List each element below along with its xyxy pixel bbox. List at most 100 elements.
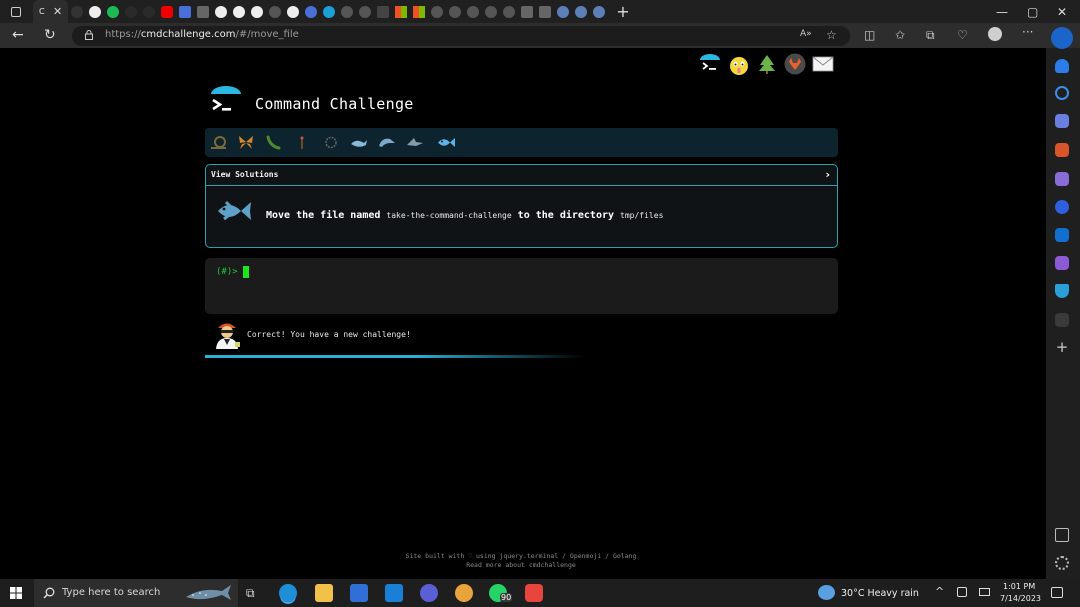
- network-icon[interactable]: [957, 587, 967, 597]
- tab-search[interactable]: [356, 0, 374, 23]
- games-icon[interactable]: [1055, 172, 1069, 186]
- notification-center-icon[interactable]: [1051, 587, 1063, 598]
- favorite-star-icon[interactable]: ☆: [826, 28, 837, 42]
- tab-spotify[interactable]: [104, 0, 122, 23]
- tab-search[interactable]: [500, 0, 518, 23]
- taskbar-search-input[interactable]: Type here to search: [34, 579, 238, 607]
- tab[interactable]: [194, 0, 212, 23]
- badge-app-icon[interactable]: [455, 584, 473, 602]
- mail-icon[interactable]: [812, 55, 834, 73]
- designer-icon[interactable]: [1055, 256, 1069, 270]
- fish-level-icon[interactable]: [434, 134, 456, 151]
- terminal-input[interactable]: (#)>: [205, 258, 838, 314]
- clock-date[interactable]: 7/14/2023: [1000, 594, 1041, 603]
- new-tab-button[interactable]: +: [616, 2, 629, 21]
- drop-icon[interactable]: [1055, 284, 1069, 298]
- terminal-logo-icon[interactable]: [699, 53, 721, 75]
- tab-search[interactable]: [338, 0, 356, 23]
- tab-search[interactable]: [428, 0, 446, 23]
- outlook-icon[interactable]: [1055, 228, 1069, 242]
- tab-search[interactable]: [464, 0, 482, 23]
- snail-level-icon[interactable]: [210, 134, 228, 151]
- tab-search[interactable]: [482, 0, 500, 23]
- minimize-button[interactable]: —: [996, 0, 1008, 23]
- tab[interactable]: [572, 0, 590, 23]
- battery-icon[interactable]: [979, 588, 990, 596]
- refresh-icon[interactable]: ↻: [44, 26, 56, 44]
- search-icon[interactable]: [1055, 86, 1069, 100]
- tab-microsoft[interactable]: [410, 0, 428, 23]
- tab-youtube[interactable]: [158, 0, 176, 23]
- dolphin-level-icon[interactable]: [378, 134, 396, 151]
- video-app-icon[interactable]: [420, 584, 438, 602]
- tab-docs[interactable]: [176, 0, 194, 23]
- tab-search[interactable]: [446, 0, 464, 23]
- tab[interactable]: [518, 0, 536, 23]
- worm-level-icon[interactable]: [293, 134, 311, 151]
- footer-read-more-link[interactable]: Read more about cmdchallenge: [0, 561, 1042, 569]
- tab[interactable]: [590, 0, 608, 23]
- collections-icon[interactable]: ⧉: [926, 28, 935, 43]
- butterfly-level-icon[interactable]: [237, 134, 255, 151]
- maximize-button[interactable]: ▢: [1027, 0, 1038, 23]
- cell-level-icon[interactable]: [322, 134, 340, 151]
- tab-search[interactable]: [266, 0, 284, 23]
- emoji-face-icon[interactable]: [728, 55, 750, 77]
- tab[interactable]: [140, 0, 158, 23]
- favorites-icon[interactable]: ✩: [895, 28, 905, 42]
- url-text[interactable]: https://cmdchallenge.com/#/move_file: [105, 29, 299, 40]
- extensions-icon[interactable]: ♡: [957, 28, 968, 42]
- mail-taskbar-icon[interactable]: [385, 584, 403, 602]
- task-view-icon[interactable]: ⧉: [246, 584, 264, 602]
- hacker-avatar-icon: [216, 323, 240, 349]
- read-aloud-icon[interactable]: A»: [800, 29, 812, 39]
- tab[interactable]: [122, 0, 140, 23]
- add-sidebar-app-icon[interactable]: +: [1055, 340, 1069, 355]
- tab-microsoft[interactable]: [392, 0, 410, 23]
- tab[interactable]: [302, 0, 320, 23]
- file-explorer-icon[interactable]: [315, 584, 333, 602]
- settings-gear-icon[interactable]: [1055, 556, 1069, 570]
- weather-icon[interactable]: [818, 585, 835, 600]
- tree-icon[interactable]: [756, 53, 778, 75]
- notifications-icon[interactable]: [1055, 59, 1069, 73]
- store-icon[interactable]: [350, 584, 368, 602]
- profile-avatar[interactable]: [988, 27, 1002, 41]
- windows-start-icon[interactable]: [10, 587, 22, 599]
- tab-github[interactable]: [212, 0, 230, 23]
- footer-credits[interactable]: Site built with ♡ using jquery.terminal …: [0, 552, 1042, 560]
- view-solutions-toggle[interactable]: View Solutions ›: [206, 165, 837, 186]
- shark-level-icon[interactable]: [406, 134, 424, 151]
- back-arrow-icon[interactable]: ←: [12, 26, 24, 44]
- chevron-up-icon[interactable]: ^: [935, 585, 944, 598]
- tab[interactable]: [536, 0, 554, 23]
- weather-text[interactable]: 30°C Heavy rain: [841, 588, 919, 599]
- address-bar[interactable]: https://cmdchallenge.com/#/move_file A» …: [72, 26, 850, 46]
- sidebar-layout-icon[interactable]: [1055, 528, 1069, 542]
- microsoft-365-icon[interactable]: [1055, 200, 1069, 214]
- tab-active[interactable]: C ✕: [33, 0, 69, 23]
- more-menu-icon[interactable]: ···: [1022, 25, 1033, 39]
- tab-actions-icon[interactable]: [11, 6, 21, 17]
- tab-github[interactable]: [86, 0, 104, 23]
- app-icon[interactable]: [1055, 313, 1069, 327]
- tab[interactable]: [554, 0, 572, 23]
- tab[interactable]: [68, 0, 86, 23]
- whale-level-icon[interactable]: [350, 134, 368, 151]
- tab-edge[interactable]: [320, 0, 338, 23]
- tab-github[interactable]: [284, 0, 302, 23]
- split-screen-icon[interactable]: ◫: [864, 28, 875, 42]
- slack-icon[interactable]: [525, 584, 543, 602]
- edge-taskbar-icon[interactable]: [279, 584, 297, 602]
- tools-icon[interactable]: [1055, 143, 1069, 157]
- bing-copilot-icon[interactable]: [1051, 27, 1073, 49]
- tab[interactable]: [374, 0, 392, 23]
- tab-github[interactable]: [230, 0, 248, 23]
- tab-github[interactable]: [248, 0, 266, 23]
- close-tab-icon[interactable]: ✕: [53, 5, 62, 18]
- shopping-icon[interactable]: [1055, 114, 1069, 128]
- gitlab-icon[interactable]: [784, 53, 806, 75]
- clock-time[interactable]: 1:01 PM: [1003, 582, 1035, 591]
- caterpillar-level-icon[interactable]: [265, 134, 283, 151]
- close-window-button[interactable]: ✕: [1057, 0, 1067, 23]
